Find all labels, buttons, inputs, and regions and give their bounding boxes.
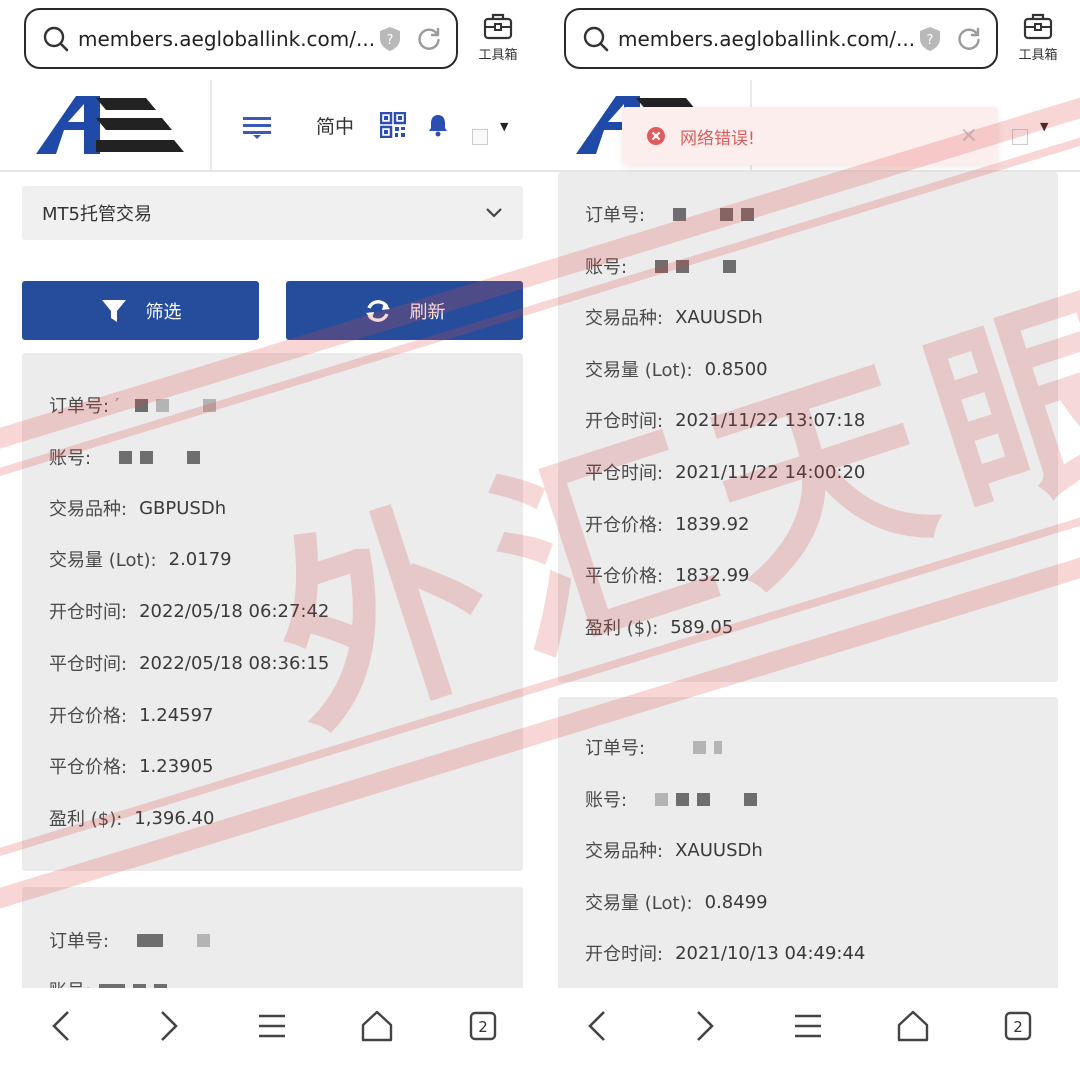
symbol-label: 交易品种:: [49, 499, 128, 520]
symbol-value: GBPUSDh: [139, 497, 227, 519]
volume-row: 交易量 (Lot): 2.0179: [49, 544, 232, 574]
symbol-row: 交易品种: XAUUSDh: [585, 835, 763, 865]
ae-logo[interactable]: [34, 94, 186, 156]
menu-lines-icon[interactable]: [790, 1008, 826, 1044]
open-price-label: 开仓价格:: [49, 706, 128, 727]
tabs-icon[interactable]: 2: [465, 1008, 501, 1044]
language-switch[interactable]: 简中: [316, 112, 354, 139]
trade-card: 订单号: 账号: 交易品种: XAUUSDh 交易量 (Lot): 0.8499…: [558, 697, 1058, 997]
toolbox-button[interactable]: 工具箱: [470, 10, 526, 63]
url-text: members.aegloballink.com/...: [618, 26, 916, 51]
header-divider: [210, 80, 212, 170]
close-price-label: 平仓价格:: [49, 757, 128, 778]
svg-text:?: ?: [387, 33, 394, 48]
chevron-down-icon: [486, 208, 502, 218]
category-select-value: MT5托管交易: [42, 204, 152, 225]
volume-row: 交易量 (Lot): 0.8499: [585, 887, 768, 917]
url-text: members.aegloballink.com/...: [78, 26, 376, 51]
order-number-redacted: [137, 933, 211, 947]
account-redacted: [655, 792, 758, 806]
home-icon[interactable]: [895, 1008, 931, 1044]
open-time-label: 开仓时间:: [585, 944, 664, 965]
reload-icon[interactable]: [956, 26, 982, 52]
filter-button[interactable]: 筛选: [22, 281, 259, 340]
menu-lines-icon[interactable]: [254, 1008, 290, 1044]
error-icon: [647, 127, 665, 145]
toolbox-button[interactable]: 工具箱: [1010, 10, 1066, 63]
close-time-label: 平仓时间:: [49, 654, 128, 675]
bell-icon[interactable]: [427, 113, 449, 137]
toolbox-label: 工具箱: [1018, 48, 1058, 63]
volume-value: 2.0179: [168, 548, 232, 570]
close-price-value: 1.23905: [139, 755, 214, 777]
qr-code-icon[interactable]: [380, 112, 406, 138]
back-icon[interactable]: [580, 1008, 616, 1044]
svg-text:2: 2: [1013, 1018, 1023, 1036]
account-redacted: [119, 450, 201, 464]
search-icon: [583, 26, 609, 51]
symbol-row: 交易品种: GBPUSDh: [49, 493, 226, 523]
open-time-row: 开仓时间: 2021/10/13 04:49:44: [585, 938, 865, 968]
account-label: 账号:: [585, 790, 628, 811]
svg-text:?: ?: [927, 33, 934, 48]
home-icon[interactable]: [359, 1008, 395, 1044]
caret-down-icon[interactable]: ▼: [500, 120, 508, 133]
symbol-label: 交易品种:: [585, 308, 664, 329]
volume-label: 交易量 (Lot):: [585, 893, 693, 914]
order-number-redacted: [693, 740, 723, 754]
open-price-row: 开仓价格: 1.24597: [49, 700, 214, 730]
filter-icon: [101, 299, 126, 322]
filter-button-label: 筛选: [145, 301, 182, 323]
order-number-label: 订单号:: [585, 738, 646, 759]
symbol-label: 交易品种:: [585, 841, 664, 862]
order-number-label: 订单号:: [49, 931, 110, 952]
tabs-icon[interactable]: 2: [1000, 1008, 1036, 1044]
symbol-value: XAUUSDh: [675, 839, 763, 861]
open-time-value: 2021/10/13 04:49:44: [675, 942, 866, 964]
toast-message: 网络错误!: [680, 128, 755, 149]
reload-icon[interactable]: [416, 26, 442, 52]
open-price-value: 1.24597: [139, 704, 214, 726]
close-price-row: 平仓价格: 1.23905: [49, 751, 214, 781]
order-number-row: 订单号:: [585, 732, 723, 762]
order-number-label: 订单号:: [585, 205, 646, 226]
toolbox-icon: [483, 13, 513, 40]
volume-value: 0.8499: [704, 891, 768, 913]
toolbox-icon: [1023, 13, 1053, 40]
account-row: 账号:: [585, 784, 758, 814]
forward-icon[interactable]: [686, 1008, 722, 1044]
forward-icon[interactable]: [150, 1008, 186, 1044]
site-header: 简中 ▼: [0, 80, 540, 172]
open-time-label: 开仓时间:: [49, 602, 128, 623]
order-number-row: 订单号:: [49, 925, 211, 955]
back-icon[interactable]: [44, 1008, 80, 1044]
menu-icon[interactable]: [242, 114, 272, 140]
address-bar[interactable]: members.aegloballink.com/... ?: [24, 8, 458, 69]
search-icon: [43, 26, 69, 51]
svg-text:2: 2: [478, 1018, 488, 1036]
address-bar[interactable]: members.aegloballink.com/... ?: [564, 8, 998, 69]
volume-label: 交易量 (Lot):: [49, 550, 157, 571]
browser-bottom-nav: 2: [0, 988, 540, 1080]
category-select[interactable]: MT5托管交易: [22, 186, 523, 240]
shield-icon[interactable]: ?: [918, 26, 942, 52]
browser-bottom-nav: 2: [540, 988, 1080, 1080]
shield-icon[interactable]: ?: [378, 26, 402, 52]
avatar[interactable]: [472, 129, 488, 145]
toolbox-label: 工具箱: [478, 48, 518, 63]
